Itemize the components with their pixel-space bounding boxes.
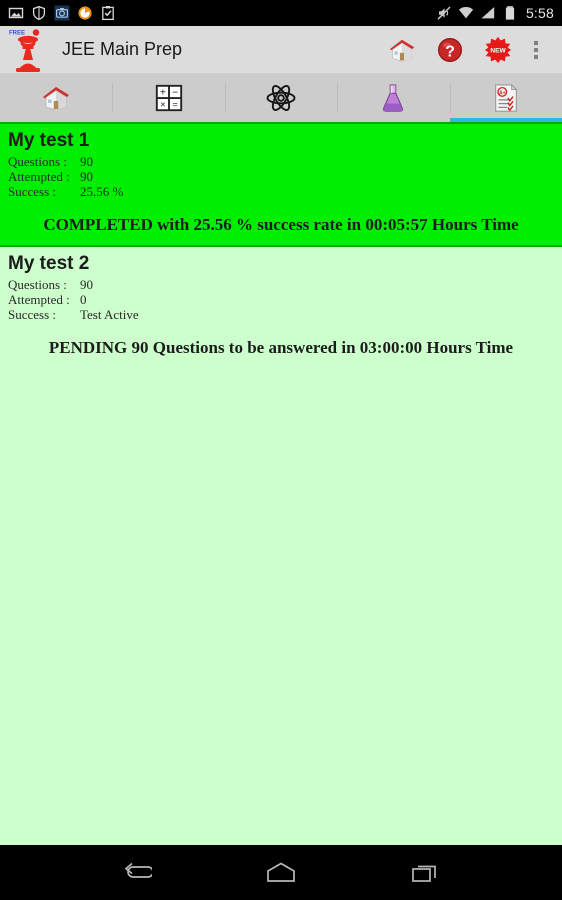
- battery-icon: [505, 6, 515, 20]
- tab-home[interactable]: [0, 74, 112, 122]
- svg-text:FREE: FREE: [9, 30, 25, 36]
- test-title: My test 1: [8, 130, 90, 151]
- svg-text:NEW: NEW: [490, 47, 506, 54]
- tab-physics[interactable]: [224, 74, 337, 122]
- test-attempted-row: Attempted : 0: [8, 292, 554, 307]
- status-bar-clock: 5:58: [525, 5, 554, 21]
- app-title: JEE Main Prep: [62, 39, 183, 59]
- shield-icon: [32, 5, 46, 21]
- home-action-button[interactable]: [378, 27, 426, 73]
- test-status-text: COMPLETED with 25.56 % success rate in 0…: [43, 215, 519, 234]
- test-success-row: Success : 25.56 %: [8, 184, 554, 199]
- new-badge-action-button[interactable]: NEW: [474, 27, 522, 73]
- nav-home-button[interactable]: [253, 851, 309, 895]
- svg-text:+: +: [160, 88, 166, 99]
- nav-recents-button[interactable]: [397, 851, 453, 895]
- wifi-icon: [458, 7, 474, 19]
- question-mark-icon: ?: [438, 37, 462, 62]
- house-icon: [389, 39, 415, 62]
- home-icon: [267, 862, 295, 882]
- success-value: 25.56 %: [80, 184, 124, 199]
- questions-label: Questions :: [8, 154, 67, 169]
- tab-chemistry[interactable]: [337, 74, 449, 122]
- new-starburst-icon: NEW: [484, 36, 512, 63]
- mute-icon: [437, 6, 451, 20]
- action-bar: FREE JEE Main Prep ? NEW: [0, 26, 562, 74]
- test-list: My test 1 Questions : 90 Attempted : 90 …: [0, 122, 562, 845]
- status-bar-left-icons: [8, 5, 116, 21]
- attempted-label: Attempted :: [8, 169, 70, 184]
- status-bar: 5:58: [0, 0, 562, 26]
- flask-icon: [383, 84, 404, 112]
- questions-value: 90: [80, 154, 93, 169]
- test-questions-row: Questions : 90: [8, 154, 554, 169]
- clipboard-check-icon: [102, 6, 114, 21]
- svg-text:A+: A+: [499, 90, 506, 96]
- house-icon: [43, 87, 70, 111]
- test-title: My test 2: [8, 253, 90, 274]
- svg-text:−: −: [172, 88, 178, 99]
- system-navigation-bar: [0, 845, 562, 900]
- tab-bar: + − × = A+: [0, 74, 562, 122]
- overflow-dot-icon: [534, 54, 538, 59]
- app-logo: FREE: [6, 27, 52, 73]
- chess-piece-logo-icon: FREE: [9, 28, 40, 72]
- test-card-completed[interactable]: My test 1 Questions : 90 Attempted : 90 …: [0, 122, 562, 247]
- test-paper-icon: A+: [494, 83, 518, 112]
- status-bar-right-icons: 5:58: [436, 5, 554, 21]
- overflow-dot-icon: [534, 47, 538, 52]
- success-label: Success :: [8, 307, 57, 322]
- attempted-value: 0: [80, 292, 87, 307]
- orange-circle-icon: [78, 6, 92, 20]
- calculator-icon: + − × =: [155, 84, 182, 112]
- attempted-label: Attempted :: [8, 292, 70, 307]
- questions-value: 90: [80, 277, 93, 292]
- tab-maths[interactable]: + − × =: [112, 74, 224, 122]
- atom-icon: [266, 85, 296, 111]
- test-card-pending[interactable]: My test 2 Questions : 90 Attempted : 0 S…: [0, 247, 562, 368]
- overflow-dot-icon: [534, 40, 538, 45]
- overflow-menu-button[interactable]: [522, 27, 550, 73]
- svg-text:?: ?: [445, 43, 455, 60]
- image-icon: [8, 7, 24, 19]
- tab-tests[interactable]: A+: [449, 74, 562, 122]
- attempted-value: 90: [80, 169, 93, 184]
- success-value: Test Active: [80, 307, 139, 322]
- camera-sync-icon: [54, 5, 70, 21]
- svg-text:=: =: [172, 99, 177, 109]
- action-bar-actions: ? NEW: [378, 27, 556, 73]
- help-action-button[interactable]: ?: [426, 27, 474, 73]
- questions-label: Questions :: [8, 277, 67, 292]
- success-label: Success :: [8, 184, 57, 199]
- signal-icon: [481, 7, 495, 19]
- test-success-row: Success : Test Active: [8, 307, 554, 322]
- back-icon: [124, 862, 152, 878]
- app-root: 5:58 FREE JEE Main Prep ? NEW + − × = A+…: [0, 0, 562, 900]
- nav-back-button[interactable]: [109, 851, 165, 895]
- recents-icon: [412, 865, 436, 882]
- test-questions-row: Questions : 90: [8, 277, 554, 292]
- test-attempted-row: Attempted : 90: [8, 169, 554, 184]
- svg-text:×: ×: [160, 99, 165, 109]
- test-status-text: PENDING 90 Questions to be answered in 0…: [48, 338, 514, 357]
